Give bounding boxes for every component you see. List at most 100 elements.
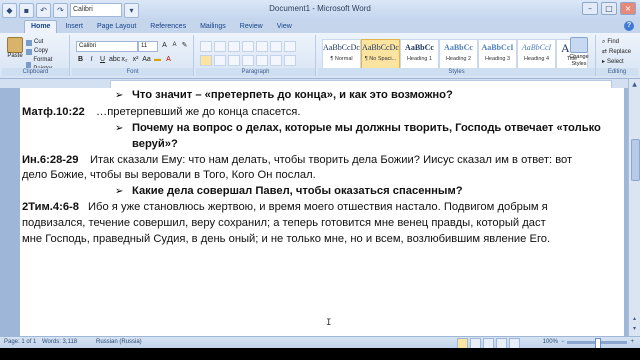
scroll-thumb[interactable]	[631, 139, 640, 181]
justify-button[interactable]	[242, 55, 254, 66]
change-styles-button[interactable]: Change Styles	[566, 37, 592, 68]
line-spacing-button[interactable]	[256, 55, 268, 66]
copy-icon	[26, 48, 32, 55]
change-styles-icon	[570, 37, 588, 53]
clipboard-group: Paste Cut Copy Format Painter Clipboard	[2, 35, 70, 76]
tab-home[interactable]: Home	[24, 20, 58, 33]
subscript-button[interactable]: x₂	[120, 55, 129, 64]
find-label: Find	[607, 39, 620, 45]
doc-line: веруй»?	[132, 138, 178, 150]
arrow-bullet-icon: ➢	[115, 90, 124, 101]
editing-group-label: Editing	[596, 68, 638, 76]
zoom-control: 100% − +	[543, 337, 634, 349]
tab-insert[interactable]: Insert	[59, 21, 89, 33]
close-button[interactable]: ×	[620, 2, 636, 15]
zoom-level[interactable]: 100%	[543, 339, 558, 345]
font-name-box[interactable]: Calibri	[76, 41, 138, 52]
zoom-slider-knob[interactable]	[595, 337, 602, 349]
zoom-out-icon[interactable]: −	[561, 339, 565, 345]
align-center-button[interactable]	[214, 55, 226, 66]
change-styles-label: Change Styles	[569, 54, 589, 67]
style-sample: AaBbCcDc	[323, 43, 360, 52]
style-heading-2[interactable]: AaBbCc Heading 2	[439, 39, 478, 69]
language-indicator[interactable]: Russian (Russia)	[96, 339, 142, 345]
change-case-button[interactable]: Aa	[142, 55, 151, 64]
align-left-button[interactable]	[200, 55, 212, 66]
decrease-indent-button[interactable]	[242, 41, 254, 52]
paste-icon	[7, 37, 23, 53]
zoom-in-icon[interactable]: +	[630, 339, 634, 345]
cut-label: Cut	[34, 39, 44, 45]
style-heading-4[interactable]: AaBbCcI Heading 4	[517, 39, 556, 69]
doc-line: Что значит – «претерпеть до конца», и ка…	[132, 89, 453, 101]
doc-line: подвизался, течение совершил, веру сохра…	[22, 217, 546, 229]
shrink-font-icon[interactable]: A	[170, 41, 179, 50]
document-page[interactable]: ➢ Что значит – «претерпеть до конца», и …	[20, 88, 624, 336]
doc-reference: 2Тим.4:6-8	[22, 201, 80, 213]
doc-line: Почему на вопрос о делах, которые мы дол…	[132, 122, 601, 134]
tab-page-layout[interactable]: Page Layout	[91, 21, 142, 33]
page-count[interactable]: Page: 1 of 1	[4, 339, 36, 345]
multilevel-list-button[interactable]	[228, 41, 240, 52]
minimize-button[interactable]: –	[582, 2, 598, 15]
bold-button[interactable]: B	[76, 55, 85, 64]
tab-review[interactable]: Review	[234, 21, 269, 33]
doc-reference: Матф.10:22	[22, 106, 85, 118]
numbering-button[interactable]	[214, 41, 226, 52]
video-letterbox	[0, 348, 640, 360]
select-icon: ▸	[602, 58, 606, 65]
style-name: ¶ No Spaci...	[364, 56, 397, 62]
show-marks-button[interactable]	[284, 41, 296, 52]
help-icon[interactable]: ?	[624, 21, 634, 31]
arrow-bullet-icon: ➢	[115, 123, 124, 134]
styles-group-label: Styles	[318, 68, 595, 76]
binoculars-icon: ⌕	[602, 38, 606, 45]
cut-button[interactable]: Cut	[26, 38, 69, 47]
strikethrough-button[interactable]: abc	[109, 55, 120, 64]
vertical-scrollbar[interactable]: ▲ ▴ ▾	[628, 79, 640, 336]
replace-button[interactable]: ⇄ Replace	[602, 48, 631, 55]
text-cursor-icon: I	[326, 318, 332, 328]
prev-page-icon[interactable]: ▴	[631, 315, 638, 322]
copy-button[interactable]: Copy	[26, 47, 69, 56]
style-heading-1[interactable]: AaBbCc Heading 1	[400, 39, 439, 69]
font-group-label: Font	[72, 68, 193, 76]
maximize-button[interactable]: □	[601, 2, 617, 15]
underline-button[interactable]: U	[98, 55, 107, 64]
style-no-spacing[interactable]: AaBbCcDc ¶ No Spaci...	[361, 39, 400, 69]
paragraph-group-label: Paragraph	[196, 68, 315, 76]
style-normal[interactable]: AaBbCcDc ¶ Normal	[322, 39, 361, 69]
next-page-icon[interactable]: ▾	[631, 325, 638, 332]
horizontal-ruler[interactable]	[0, 79, 640, 89]
word-window: ◆ ▪ ↶ ↷ Calibri ▾ Document1 - Microsoft …	[0, 0, 640, 360]
tab-references[interactable]: References	[144, 21, 192, 33]
italic-button[interactable]: I	[87, 55, 96, 64]
style-sample: AaBbCc	[444, 43, 473, 52]
sort-button[interactable]	[270, 41, 282, 52]
clear-format-icon[interactable]: ✎	[180, 41, 189, 50]
document-area: ➢ Что значит – «претерпеть до конца», и …	[0, 88, 628, 336]
style-sample: AaBbCc	[405, 43, 434, 52]
grow-font-icon[interactable]: A	[160, 41, 169, 50]
style-heading-3[interactable]: AaBbCcI Heading 3	[478, 39, 517, 69]
word-count[interactable]: Words: 3,118	[42, 339, 77, 345]
superscript-button[interactable]: x²	[131, 55, 140, 64]
align-right-button[interactable]	[228, 55, 240, 66]
find-button[interactable]: ⌕ Find	[602, 38, 619, 46]
borders-button[interactable]	[284, 55, 296, 66]
tab-view[interactable]: View	[271, 21, 298, 33]
bullets-button[interactable]	[200, 41, 212, 52]
font-color-button[interactable]: A	[164, 55, 173, 64]
tab-mailings[interactable]: Mailings	[194, 21, 232, 33]
increase-indent-button[interactable]	[256, 41, 268, 52]
doc-line: дело Божие, чтобы вы веровали в Того, Ко…	[22, 169, 316, 181]
scroll-up-icon[interactable]: ▲	[631, 81, 638, 88]
style-sample: AaBbCcI	[481, 43, 514, 52]
select-button[interactable]: ▸ Select	[602, 58, 624, 65]
zoom-slider[interactable]	[567, 337, 628, 349]
font-size-box[interactable]: 11	[138, 41, 158, 52]
shading-button[interactable]	[270, 55, 282, 66]
paste-button[interactable]: Paste	[6, 37, 24, 61]
editing-group: ⌕ Find ⇄ Replace ▸ Select Editing	[596, 35, 638, 76]
highlight-button[interactable]: ▬	[153, 55, 162, 64]
